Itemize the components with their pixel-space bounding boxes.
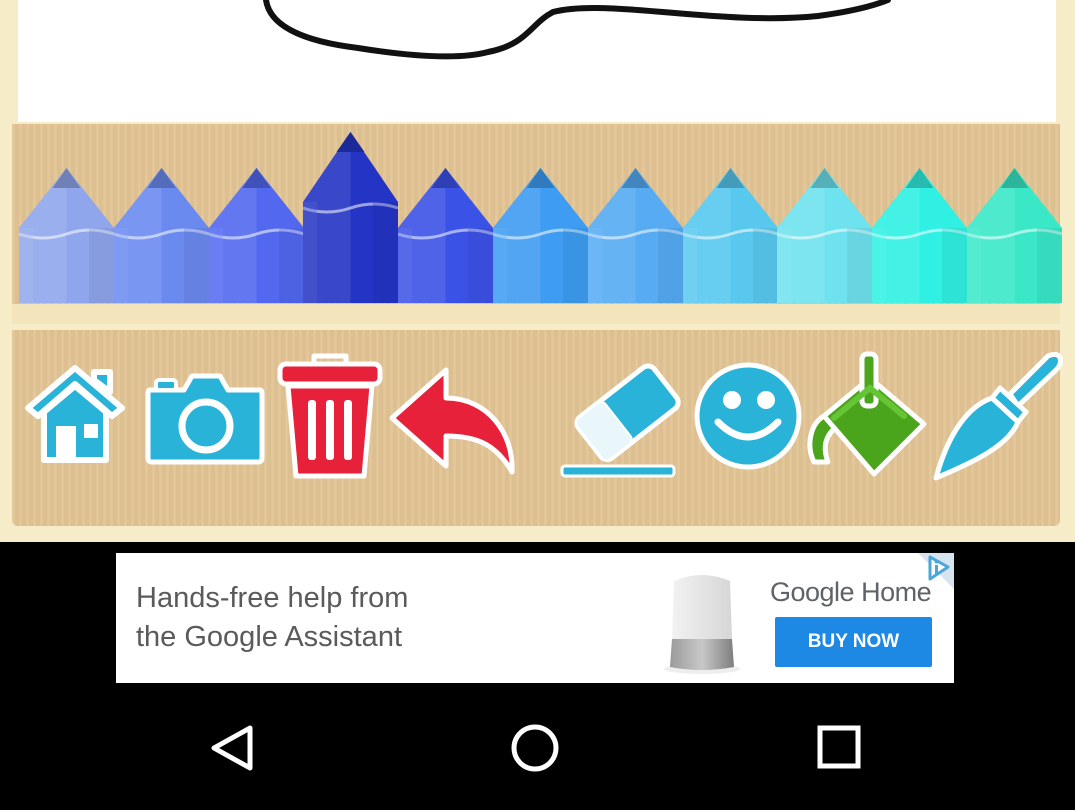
back-triangle-icon — [211, 725, 253, 771]
home-icon — [25, 365, 125, 463]
camera-button[interactable] — [144, 370, 266, 466]
pencil-shape — [967, 168, 1062, 303]
crayon-sky-blue[interactable] — [587, 130, 683, 303]
crayon-light-sky[interactable] — [682, 130, 778, 303]
paint-bucket-icon — [807, 351, 927, 477]
ad-banner[interactable]: Hands-free help from the Google Assistan… — [116, 553, 954, 683]
pencil-shape — [777, 168, 873, 303]
trash-icon — [277, 353, 383, 479]
ad-headline-line1: Hands-free help from — [136, 582, 409, 614]
pencil-shape — [872, 168, 968, 303]
pencil-shape — [208, 168, 304, 303]
crayon-pale-cyan[interactable] — [777, 130, 873, 303]
recents-square-icon — [817, 725, 861, 769]
pencil-shape — [682, 168, 778, 303]
camera-icon — [145, 373, 265, 465]
undo-button[interactable] — [384, 362, 520, 478]
crayon-cornflower[interactable] — [113, 130, 209, 303]
home-button[interactable] — [22, 362, 128, 466]
crayon-royal-blue[interactable] — [208, 130, 304, 303]
sticker-button[interactable] — [692, 360, 804, 472]
brush-button[interactable] — [930, 350, 1064, 484]
adchoices-icon[interactable] — [918, 553, 954, 589]
eraser-icon — [560, 363, 681, 478]
pencil-shape — [19, 168, 114, 303]
smart-speaker-image — [664, 575, 740, 674]
drawing-canvas[interactable] — [18, 0, 1056, 122]
coloring-app — [0, 0, 1075, 542]
crayon-azure[interactable] — [493, 130, 588, 303]
undo-arrow-icon — [389, 367, 515, 475]
home-circle-icon — [511, 724, 559, 772]
nav-home-button[interactable] — [505, 722, 565, 774]
eraser-button[interactable] — [558, 358, 694, 482]
crayon-dark-blue[interactable] — [303, 130, 399, 303]
crayon-aqua[interactable] — [872, 130, 968, 303]
crayon-periwinkle[interactable] — [19, 130, 114, 303]
pencil-shape — [303, 132, 399, 303]
ad-headline: Hands-free help from the Google Assistan… — [136, 579, 408, 657]
pencil-shape — [398, 168, 494, 303]
pencil-shape — [587, 168, 683, 303]
fill-button[interactable] — [804, 350, 932, 484]
clear-button[interactable] — [276, 350, 384, 482]
nav-back-button[interactable] — [204, 722, 264, 774]
palette-shelf-lip — [12, 304, 1060, 324]
nav-recents-button[interactable] — [808, 722, 868, 774]
smiley-face-icon — [694, 362, 802, 470]
crayon-medium-blue[interactable] — [398, 130, 494, 303]
pencil-shape — [113, 168, 209, 303]
pencil-shape — [493, 168, 588, 303]
buy-now-button[interactable]: BUY NOW — [775, 617, 932, 667]
ad-brand-name: Google Home — [770, 577, 932, 607]
ad-headline-line2: the Google Assistant — [136, 621, 402, 653]
paintbrush-icon — [933, 351, 1063, 481]
crayon-turquoise[interactable] — [967, 130, 1062, 303]
drawing-outline — [263, 0, 891, 60]
